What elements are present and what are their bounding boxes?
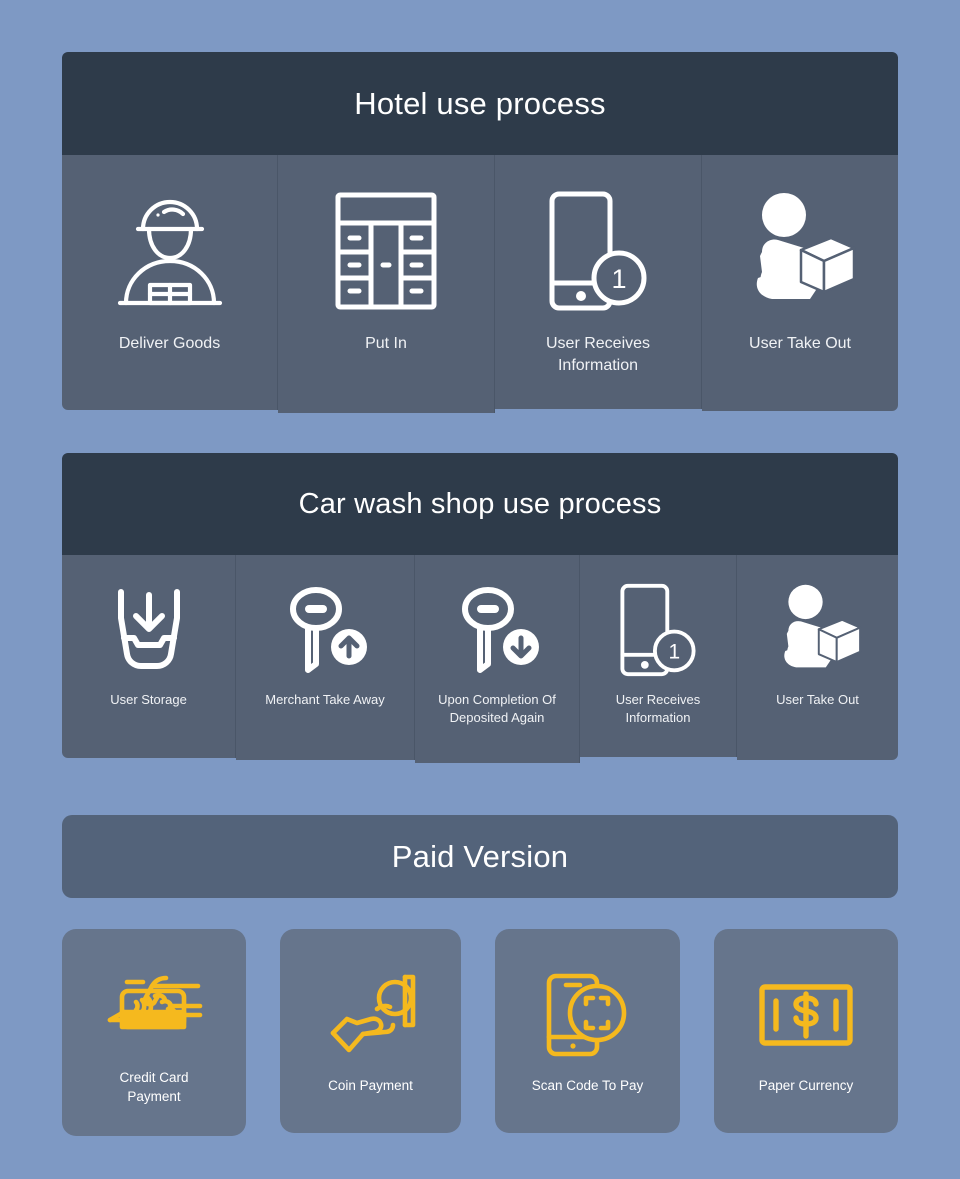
step-label: User Take Out [776,691,859,709]
step-label: Put In [365,333,407,355]
section-title-hotel: Hotel use process [354,86,606,122]
person-carrying-box-icon [744,187,856,315]
phone-notification-icon: 1 [617,581,699,679]
hand-coin-icon [325,967,417,1063]
step-row-carwash: User Storage Merchant Take Away [62,555,898,763]
key-down-arrow-icon [453,581,541,679]
section-header-paid-version: Paid Version [62,815,898,898]
section-header-carwash: Car wash shop use process [62,453,898,555]
person-carrying-box-icon [774,581,862,679]
step-label: User Receives Information [546,333,650,376]
payment-label: Paper Currency [759,1077,854,1095]
payment-method-coin[interactable]: Coin Payment [280,929,461,1133]
step-user-receives-information[interactable]: 1 User Receives Information [495,155,702,409]
section-car-wash-use-process: Car wash shop use process User Storage [62,453,898,763]
step-label: User Receives Information [616,691,701,726]
delivery-person-icon [112,187,228,315]
notification-badge-count: 1 [611,264,626,294]
step-label: User Take Out [749,333,851,355]
payment-label: Scan Code To Pay [532,1077,644,1095]
payment-method-credit-card[interactable]: Credit Card Payment [62,929,246,1136]
key-up-arrow-icon [281,581,369,679]
section-title-carwash: Car wash shop use process [299,488,662,521]
step-merchant-take-away[interactable]: Merchant Take Away [236,555,415,760]
locker-cabinet-icon [333,187,439,315]
section-paid-version: Paid Version [62,815,898,898]
step-row-hotel: Deliver Goods Put In [62,155,898,413]
step-put-in[interactable]: Put In [278,155,495,413]
step-user-take-out[interactable]: User Take Out [737,555,898,760]
notification-badge-count: 1 [668,641,680,664]
storage-tray-down-icon [106,581,192,679]
infographic-page: Hotel use process [0,0,960,1179]
step-label: Upon Completion Of Deposited Again [438,691,556,726]
phone-notification-icon: 1 [546,187,650,315]
step-deliver-goods[interactable]: Deliver Goods [62,155,278,410]
banknote-dollar-icon [758,967,854,1063]
payment-method-row: Credit Card Payment Coin Payment [62,929,898,1139]
section-hotel-use-process: Hotel use process [62,52,898,413]
step-user-storage[interactable]: User Storage [62,555,236,758]
section-header-hotel: Hotel use process [62,52,898,155]
phone-qr-scan-icon [543,967,633,1063]
step-label: User Storage [110,691,187,709]
payment-label: Credit Card Payment [119,1069,188,1105]
payment-method-scan-code[interactable]: Scan Code To Pay [495,929,680,1133]
step-user-take-out[interactable]: User Take Out [702,155,898,411]
credit-card-tap-icon [100,959,208,1055]
step-deposited-again[interactable]: Upon Completion Of Deposited Again [415,555,580,763]
step-label: Merchant Take Away [265,691,384,709]
step-label: Deliver Goods [119,333,220,355]
step-user-receives-information[interactable]: 1 User Receives Information [580,555,737,757]
section-title-paid-version: Paid Version [392,839,568,875]
payment-label: Coin Payment [328,1077,413,1095]
payment-method-paper-currency[interactable]: Paper Currency [714,929,898,1133]
